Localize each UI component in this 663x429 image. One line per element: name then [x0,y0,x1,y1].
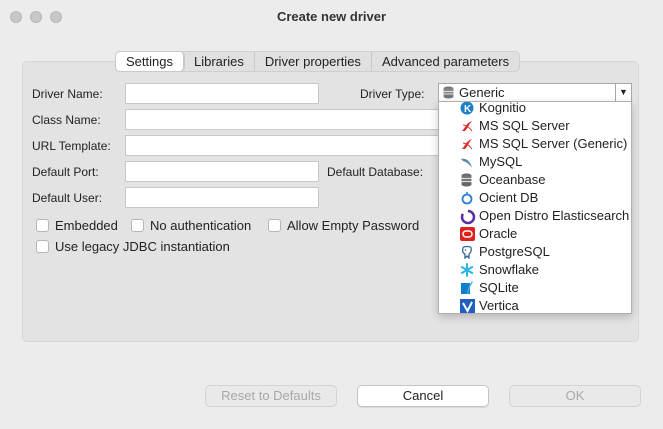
driver-type-value: Generic [459,85,505,100]
dropdown-option-vertica[interactable]: Vertica [439,297,631,313]
dropdown-option-oracle[interactable]: Oracle [439,225,631,243]
allow-empty-password-checkbox[interactable] [268,219,281,232]
dropdown-option-snowflake[interactable]: Snowflake [439,261,631,279]
driver-name-label: Driver Name: [32,87,103,101]
default-database-label: Default Database: [327,165,424,179]
dropdown-option-mssql[interactable]: MS SQL Server [439,117,631,135]
title-bar: Create new driver [0,0,663,33]
tab-settings[interactable]: Settings [116,52,184,71]
no-authentication-label: No authentication [150,218,252,233]
default-user-label: Default User: [32,191,103,205]
tab-driver-properties[interactable]: Driver properties [255,52,372,71]
database-icon [460,173,475,187]
sqlite-icon [460,281,475,295]
allow-empty-password-label: Allow Empty Password [287,218,420,233]
driver-name-input[interactable] [125,83,319,104]
tab-libraries[interactable]: Libraries [184,52,255,71]
no-authentication-checkbox[interactable] [131,219,144,232]
dropdown-option-opendistro[interactable]: Open Distro Elasticsearch [439,207,631,225]
url-template-label: URL Template: [32,139,111,153]
default-port-label: Default Port: [32,165,99,179]
kognitio-icon: K [460,102,475,115]
url-template-input[interactable] [125,135,440,156]
class-name-input[interactable] [125,109,440,130]
dropdown-option-mysql[interactable]: MySQL [439,153,631,171]
ok-button[interactable]: OK [509,385,641,407]
dropdown-option-oceanbase[interactable]: Oceanbase [439,171,631,189]
driver-type-select[interactable]: Generic ▼ [438,83,632,102]
default-port-input[interactable] [125,161,319,182]
chevron-down-icon[interactable]: ▼ [615,84,631,101]
oracle-icon [460,227,475,241]
window-title: Create new driver [276,9,387,24]
dropdown-option-postgresql[interactable]: PostgreSQL [439,243,631,261]
driver-type-dropdown: K Kognitio MS SQL Server MS SQL Server (… [438,101,632,314]
default-user-input[interactable] [125,187,319,208]
mysql-icon [460,155,475,169]
ocient-icon [460,191,475,205]
legacy-jdbc-label: Use legacy JDBC instantiation [55,239,230,254]
postgresql-icon [460,245,475,260]
mssql-icon [460,119,475,133]
snowflake-icon [460,263,475,277]
tab-advanced-parameters[interactable]: Advanced parameters [372,52,519,71]
dropdown-option-kognitio[interactable]: K Kognitio [439,102,631,117]
mssql-icon [460,137,475,151]
class-name-label: Class Name: [32,113,101,127]
tab-bar: Settings Libraries Driver properties Adv… [115,51,521,72]
reset-to-defaults-button[interactable]: Reset to Defaults [205,385,337,407]
opendistro-icon [460,209,476,225]
dropdown-option-mssql-generic[interactable]: MS SQL Server (Generic) [439,135,631,153]
svg-text:K: K [464,104,472,115]
cancel-button[interactable]: Cancel [357,385,489,407]
dropdown-option-sqlite[interactable]: SQLite [439,279,631,297]
database-icon [442,86,455,102]
vertica-icon [460,299,475,313]
embedded-label: Embedded [55,218,118,233]
driver-type-label: Driver Type: [360,87,425,101]
embedded-checkbox[interactable] [36,219,49,232]
legacy-jdbc-checkbox[interactable] [36,240,49,253]
dropdown-option-ocient[interactable]: Ocient DB [439,189,631,207]
